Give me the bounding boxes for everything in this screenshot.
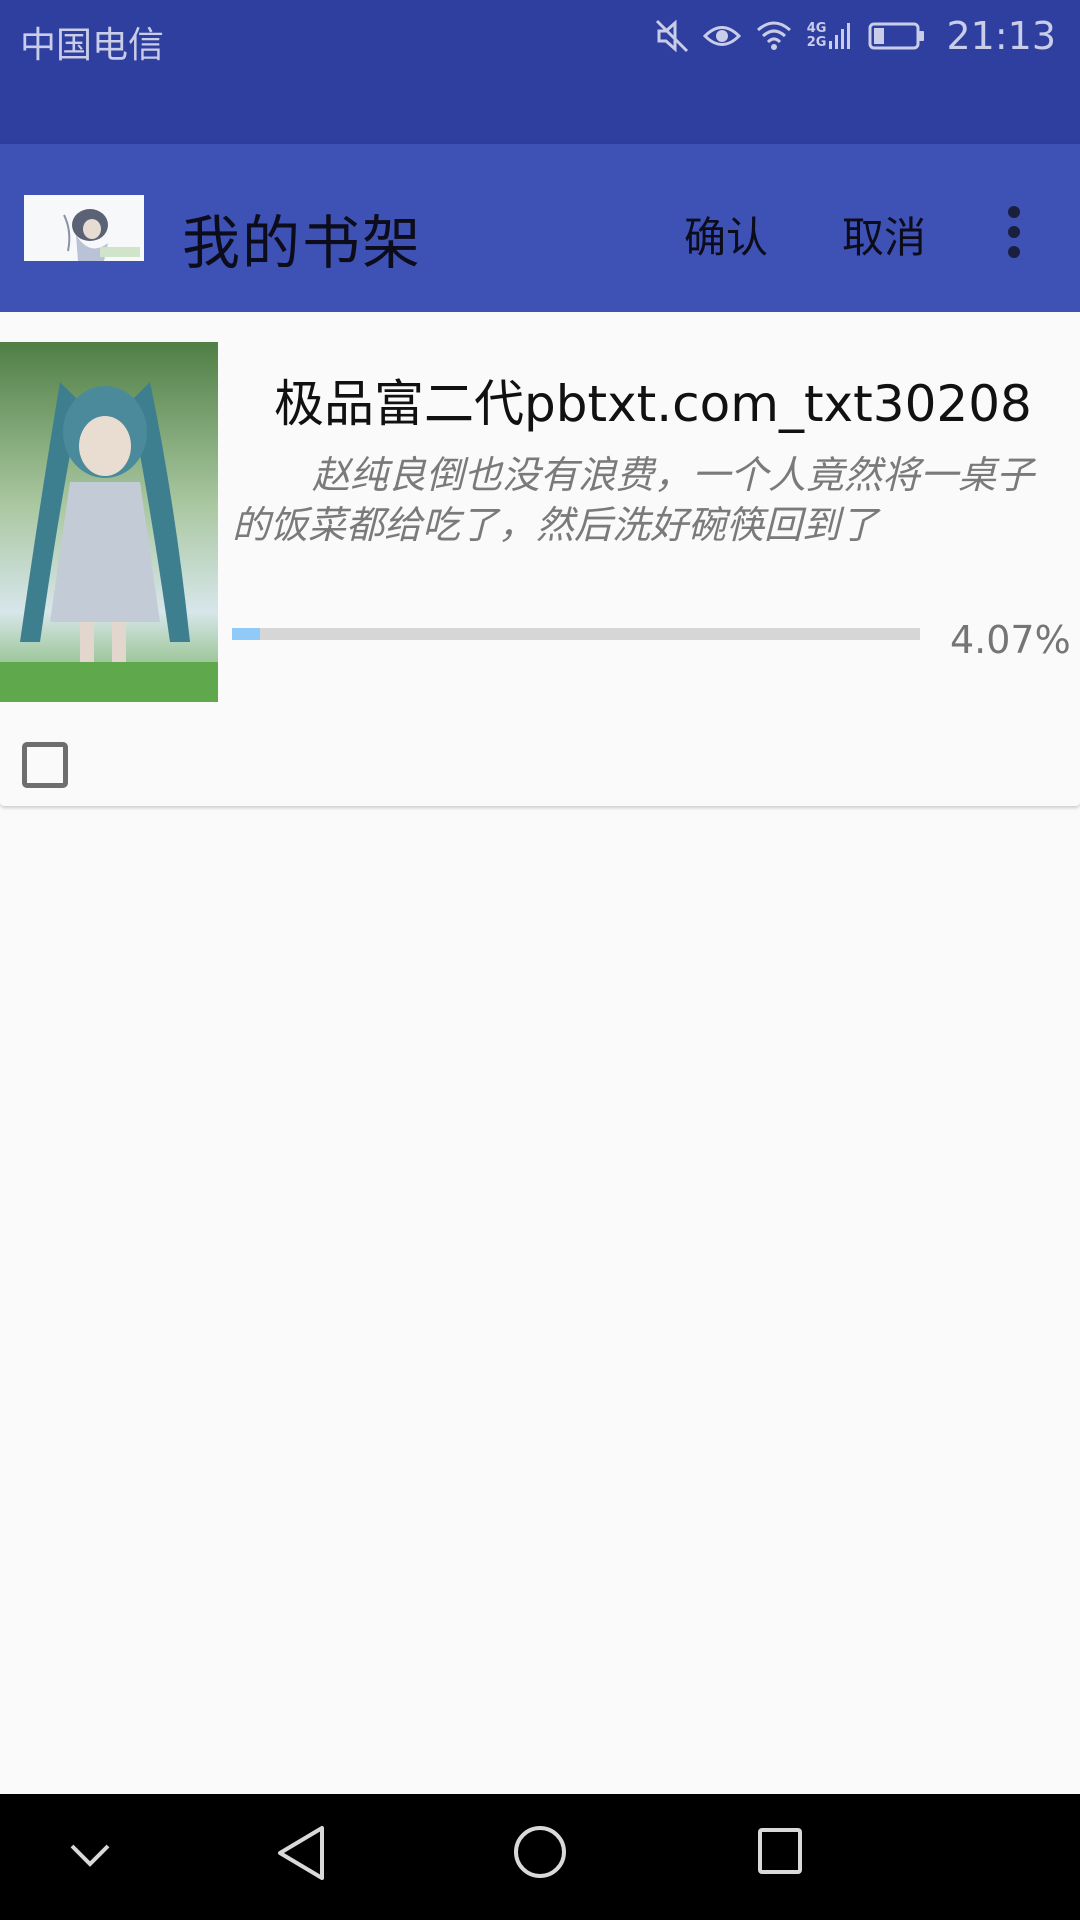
eye-comfort-icon <box>702 21 741 51</box>
back-icon[interactable] <box>274 1824 328 1886</box>
app-logo-image <box>24 195 144 261</box>
book-title: 极品富二代pbtxt.com_txt30208 <box>274 375 1032 433</box>
book-list-item[interactable]: 极品富二代pbtxt.com_txt30208 赵纯良倒也没有浪费，一个人竟然将… <box>0 312 1080 806</box>
battery-icon <box>868 21 926 51</box>
chevron-down-icon[interactable] <box>66 1838 114 1878</box>
confirm-button[interactable]: 确认 <box>684 204 768 265</box>
reading-progress-text: 4.07% <box>950 618 1071 662</box>
carrier-label: 中国电信 <box>20 25 165 66</box>
status-icons: 4G 2G 21:13 <box>655 14 1056 58</box>
network-label-top: 4G <box>806 21 827 36</box>
select-checkbox[interactable] <box>22 742 68 788</box>
page-title: 我的书架 <box>182 209 423 277</box>
signal-icon: 4G 2G <box>807 21 855 51</box>
reading-progress-bar <box>232 628 920 640</box>
app-bar: 我的书架 确认 取消 <box>0 144 1080 312</box>
cancel-button[interactable]: 取消 <box>842 204 926 265</box>
wifi-icon <box>755 20 793 52</box>
mute-icon <box>655 18 689 54</box>
status-bar: 中国电信 4G 2G 21:13 <box>0 0 1080 144</box>
book-excerpt: 赵纯良倒也没有浪费，一个人竟然将一桌子的饭菜都给吃了，然后洗好碗筷回到了 <box>232 453 1035 547</box>
more-vert-icon[interactable] <box>1000 204 1028 260</box>
book-cover-image <box>0 342 218 702</box>
reading-progress-fill <box>232 628 260 640</box>
navigation-bar <box>0 1794 1080 1920</box>
recents-icon[interactable] <box>756 1826 804 1880</box>
home-icon[interactable] <box>512 1824 568 1884</box>
clock: 21:13 <box>946 14 1056 58</box>
network-label-bottom: 2G <box>806 35 827 50</box>
